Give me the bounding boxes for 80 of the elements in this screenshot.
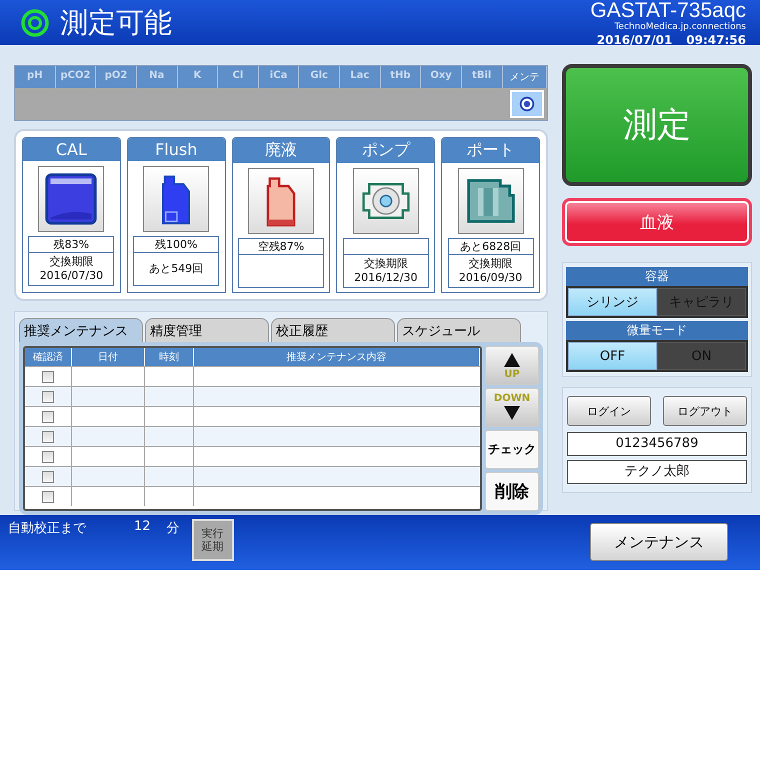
tab[interactable]: 推奨メンテナンス: [19, 318, 143, 342]
parameter-label: tBil: [462, 66, 502, 88]
parameter-label: Lac: [340, 66, 381, 88]
time-text: 09:47:56: [686, 34, 746, 46]
maintenance-mode-button[interactable]: メンテナンス: [590, 523, 728, 561]
user-name-field: テクノ太郎: [567, 460, 747, 484]
domain-text: TechnoMedica.jp.connections: [614, 22, 746, 32]
status-text: 空残87%: [238, 239, 323, 255]
minutes-value: 12: [134, 519, 151, 534]
table-row[interactable]: [25, 426, 480, 446]
card-title: 廃液: [232, 138, 330, 163]
info-text: 2016/12/30: [354, 271, 418, 286]
consumable-button[interactable]: [458, 168, 524, 234]
consumable-button[interactable]: [38, 166, 104, 232]
parameter-label: pH: [15, 66, 56, 88]
card-title: CAL: [23, 138, 120, 161]
checkbox[interactable]: [42, 370, 54, 382]
checkbox[interactable]: [42, 430, 54, 442]
column-header: 推奨メンテナンス内容: [194, 348, 480, 366]
minutes-unit: 分: [166, 520, 180, 537]
status-text: 残100%: [134, 237, 218, 253]
column-header: 時刻: [145, 348, 194, 366]
toggle-option[interactable]: OFF: [568, 342, 657, 370]
parameter-label: Cl: [218, 66, 259, 88]
info-text: 交換期限: [49, 254, 94, 269]
info-text: 2016/07/30: [40, 269, 104, 284]
parameter-label: K: [178, 66, 218, 88]
maintenance-button[interactable]: [510, 90, 544, 118]
info-text: あと549回: [149, 262, 204, 276]
consumable-button[interactable]: [248, 168, 314, 234]
auto-calibration-label: 自動校正まで: [8, 520, 86, 537]
maintenance-label: メンテ: [502, 66, 548, 88]
table-row[interactable]: [25, 486, 480, 506]
login-button[interactable]: ログアウト: [663, 396, 747, 426]
table-row[interactable]: [25, 386, 480, 406]
login-button[interactable]: ログイン: [567, 396, 651, 426]
status-title: 測定可能: [60, 4, 172, 40]
toggle-title: 容器: [566, 267, 748, 286]
info-text: 交換期限: [364, 256, 408, 271]
column-header: 日付: [72, 348, 145, 366]
tab[interactable]: スケジュール: [397, 318, 521, 342]
toggle-option[interactable]: シリンジ: [568, 288, 657, 316]
date-text: 2016/07/01: [596, 34, 672, 46]
column-header: 確認済: [25, 348, 72, 366]
table-row[interactable]: [25, 466, 480, 486]
checkbox[interactable]: [42, 450, 54, 462]
toggle-title: 微量モード: [566, 321, 748, 340]
up-arrow-icon: [504, 353, 520, 367]
tab[interactable]: 校正履歴: [271, 318, 395, 342]
parameter-label: Na: [136, 66, 178, 88]
status-text: あと6828回: [448, 239, 533, 255]
consumable-button[interactable]: [352, 168, 419, 234]
model-name: GASTAT-735aqc: [590, 0, 746, 20]
action-button[interactable]: チェック: [485, 430, 539, 469]
card-title: ポート: [442, 138, 539, 163]
status-ring-icon: [20, 8, 50, 38]
user-id-field: 0123456789: [567, 432, 747, 456]
info-text: 2016/09/30: [458, 271, 522, 286]
parameter-label: Oxy: [421, 66, 462, 88]
parameter-label: Glc: [299, 66, 340, 88]
sample-button[interactable]: 血液: [562, 198, 752, 246]
checkbox[interactable]: [42, 490, 54, 502]
parameter-label: pO2: [96, 66, 137, 88]
down-arrow-icon: [504, 406, 520, 420]
reagent-pack-icon: [43, 171, 100, 227]
checkbox[interactable]: [42, 470, 54, 482]
tab[interactable]: 精度管理: [145, 318, 269, 342]
info-text: 交換期限: [468, 256, 513, 271]
target-icon: [518, 95, 536, 113]
parameter-label: tHb: [380, 66, 422, 88]
card-title: Flush: [128, 138, 225, 161]
parameter-label: pCO2: [56, 66, 96, 88]
card-title: ポンプ: [337, 138, 434, 163]
postpone-button[interactable]: 実行 延期: [192, 519, 234, 561]
action-button[interactable]: 削除: [485, 472, 539, 511]
status-text: 残83%: [29, 237, 114, 253]
checkbox[interactable]: [42, 390, 54, 402]
consumable-button[interactable]: [143, 166, 210, 232]
checkbox[interactable]: [42, 410, 54, 422]
parameter-label: iCa: [258, 66, 300, 88]
